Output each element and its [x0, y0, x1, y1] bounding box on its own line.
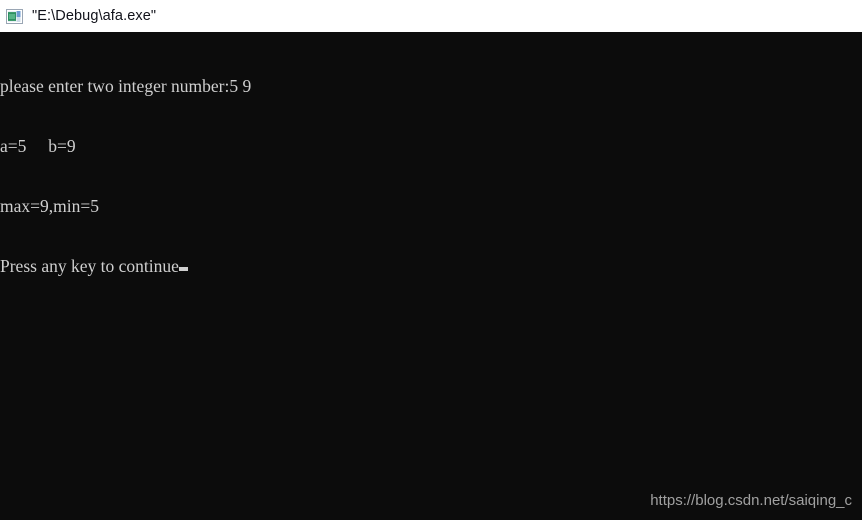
watermark-url: https://blog.csdn.net/saiqing_c — [650, 492, 852, 509]
console-line: please enter two integer number:5 9 — [0, 76, 252, 96]
console-text-buffer: please enter two integer number:5 9 a=5 … — [0, 36, 862, 316]
console-window-icon — [6, 9, 23, 24]
console-application-window: "E:\Debug\afa.exe" please enter two inte… — [0, 0, 862, 520]
text-cursor — [178, 267, 188, 271]
console-line-text: Press any key to continue — [0, 256, 179, 276]
console-line-with-cursor: Press any key to continue — [0, 256, 862, 276]
console-output-area[interactable]: please enter two integer number:5 9 a=5 … — [0, 32, 862, 520]
window-title-text: "E:\Debug\afa.exe" — [32, 7, 157, 24]
console-line: max=9,min=5 — [0, 196, 99, 216]
title-bar[interactable]: "E:\Debug\afa.exe" — [0, 0, 862, 32]
console-line: a=5 b=9 — [0, 136, 76, 156]
